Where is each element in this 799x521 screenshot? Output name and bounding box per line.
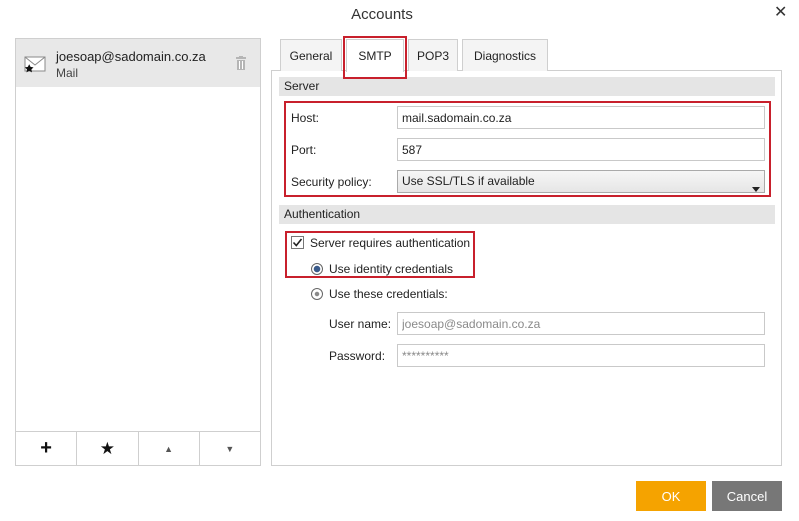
account-list-item[interactable]: joesoap@sadomain.co.za Mail [16, 39, 260, 87]
username-label: User name: [329, 317, 392, 331]
chevron-down-icon [752, 179, 760, 192]
port-input[interactable] [397, 138, 765, 161]
account-list: joesoap@sadomain.co.za Mail + ★ ▲ ▼ [15, 38, 261, 466]
requires-auth-label: Server requires authentication [310, 236, 471, 250]
host-label: Host: [291, 111, 320, 125]
use-these-credentials-radio[interactable] [311, 288, 323, 300]
tab-pop3[interactable]: POP3 [408, 39, 458, 71]
security-policy-label: Security policy: [291, 175, 372, 189]
star-icon: ★ [99, 438, 115, 458]
tab-general[interactable]: General [280, 39, 342, 71]
section-server-heading: Server [279, 77, 775, 96]
security-policy-select[interactable]: Use SSL/TLS if available [397, 170, 765, 193]
section-authentication-heading: Authentication [279, 205, 775, 224]
window-title: Accounts [351, 6, 413, 23]
port-label: Port: [291, 143, 317, 157]
use-these-credentials-label: Use these credentials: [329, 287, 448, 301]
use-identity-radio[interactable] [311, 263, 323, 275]
checkmark-icon [292, 238, 303, 247]
add-account-button[interactable]: + [16, 432, 78, 465]
use-identity-label: Use identity credentials [329, 262, 454, 276]
account-type: Mail [56, 66, 79, 80]
ok-button[interactable]: OK [636, 481, 706, 511]
password-label: Password: [329, 349, 386, 363]
password-input[interactable] [397, 344, 765, 367]
close-icon[interactable]: ✕ [774, 5, 788, 21]
plus-icon: + [40, 437, 52, 459]
arrow-up-icon: ▲ [164, 443, 174, 454]
account-email: joesoap@sadomain.co.za [56, 49, 206, 64]
account-toolbar: + ★ ▲ ▼ [16, 431, 260, 465]
cancel-button[interactable]: Cancel [712, 481, 782, 511]
arrow-down-icon: ▼ [225, 443, 235, 454]
mail-envelope-icon [24, 55, 48, 77]
tab-diagnostics[interactable]: Diagnostics [462, 39, 548, 71]
requires-auth-checkbox[interactable] [291, 236, 304, 249]
username-input[interactable] [397, 312, 765, 335]
host-input[interactable] [397, 106, 765, 129]
move-up-button[interactable]: ▲ [139, 432, 200, 465]
security-policy-value: Use SSL/TLS if available [402, 174, 535, 188]
tab-smtp[interactable]: SMTP [346, 39, 404, 72]
trash-icon[interactable] [235, 56, 247, 70]
set-default-button[interactable]: ★ [77, 432, 139, 465]
move-down-button[interactable]: ▼ [200, 432, 260, 465]
